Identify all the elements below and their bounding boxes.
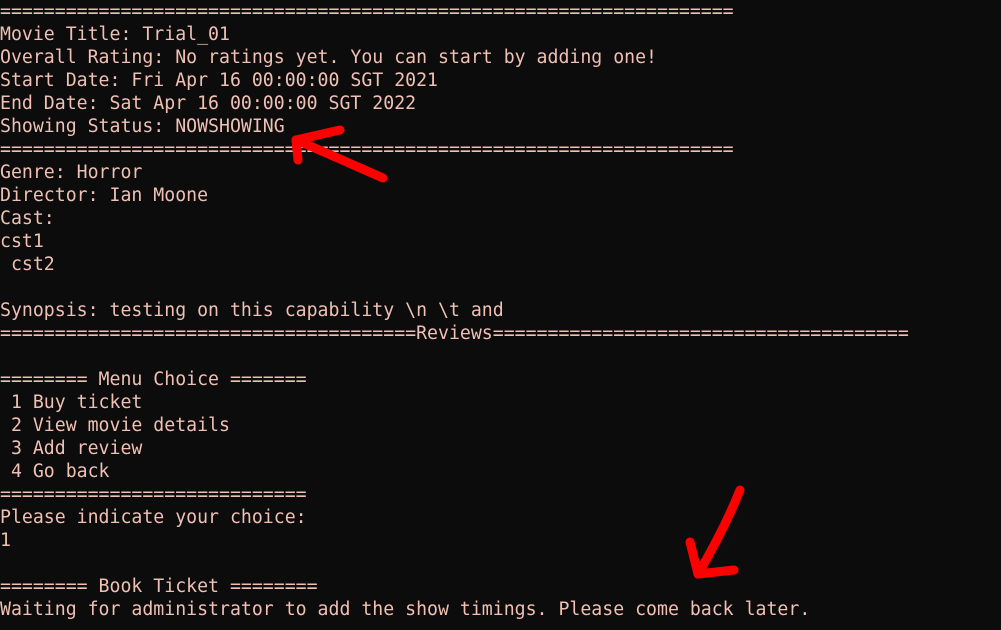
showing-status-line: Showing Status: NOWSHOWING xyxy=(0,116,285,137)
cast-member-line: cst1 xyxy=(0,231,44,252)
cast-label-line: Cast: xyxy=(0,208,55,229)
menu-footer-line: ============================ xyxy=(0,484,307,505)
director-line: Director: Ian Moone xyxy=(0,185,209,206)
genre-line: Genre: Horror xyxy=(0,162,143,183)
waiting-message-line: Waiting for administrator to add the sho… xyxy=(0,599,811,620)
reviews-separator-line: ======================================Re… xyxy=(0,323,909,344)
book-ticket-header-line: ======== Book Ticket ======== xyxy=(0,576,318,597)
choice-prompt-line: Please indicate your choice: xyxy=(0,507,307,528)
console-output: ============================ ============… xyxy=(0,0,1001,630)
menu-header-line: ======== Menu Choice ======= xyxy=(0,369,307,390)
user-input-line[interactable]: 1 xyxy=(0,529,1001,552)
start-date-line: Start Date: Fri Apr 16 00:00:00 SGT 2021 xyxy=(0,70,438,91)
separator-line: ========================================… xyxy=(0,1,734,22)
cast-member-line: cst2 xyxy=(0,254,55,275)
movie-title-line: Movie Title: Trial_01 xyxy=(0,24,230,45)
end-date-line: End Date: Sat Apr 16 00:00:00 SGT 2022 xyxy=(0,93,417,114)
menu-option-add-review: 3 Add review xyxy=(0,438,143,459)
separator-line: ========================================… xyxy=(0,139,734,160)
menu-option-view-details: 2 View movie details xyxy=(0,415,230,436)
menu-option-go-back: 4 Go back xyxy=(0,461,110,482)
overall-rating-line: Overall Rating: No ratings yet. You can … xyxy=(0,47,657,68)
synopsis-line: Synopsis: testing on this capability \n … xyxy=(0,300,504,321)
menu-option-buy-ticket: 1 Buy ticket xyxy=(0,392,143,413)
